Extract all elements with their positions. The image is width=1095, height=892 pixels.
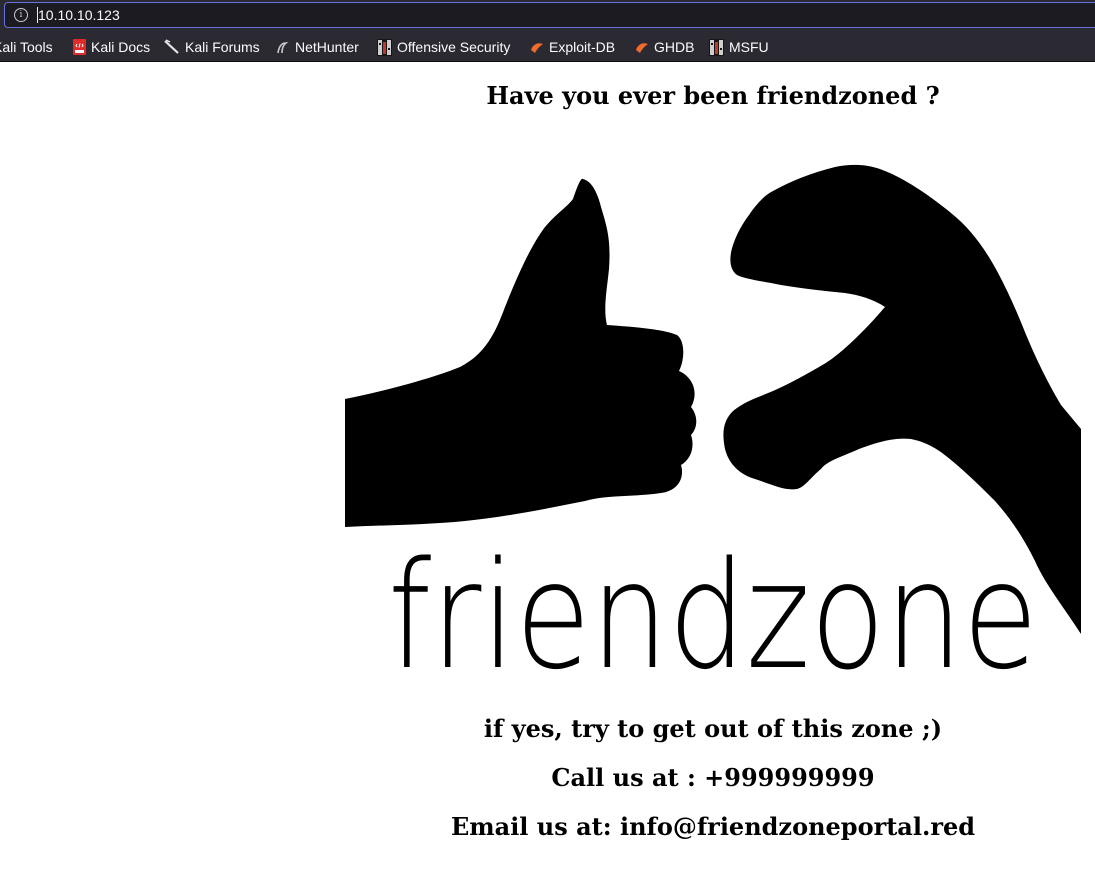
bookmark-ghdb[interactable]: GHDB [635, 37, 694, 57]
bookmark-nethunter[interactable]: NetHunter [276, 37, 359, 57]
hands-silhouette-image: friendzone [345, 129, 1081, 695]
bookmark-label: Kali Forums [185, 39, 260, 55]
nethunter-icon [277, 42, 289, 54]
bookmark-label: Kali Tools [0, 39, 53, 55]
friendzone-image: friendzone [345, 129, 1081, 695]
bookmark-label: Exploit-DB [549, 39, 616, 55]
bookmark-msfu[interactable]: MSFU [709, 37, 769, 57]
offsec-icon [709, 38, 724, 56]
zone-message: if yes, try to get out of this zone ;) [483, 714, 943, 743]
site-info-icon[interactable]: i [14, 8, 28, 22]
kali-docs-icon [73, 39, 86, 55]
friendzone-wordmark: friendzone [388, 530, 1038, 695]
bookmark-offensive-security[interactable]: Offensive Security [377, 37, 510, 57]
kali-forums-icon [164, 39, 179, 54]
bookmark-kali-docs[interactable]: Kali Docs [73, 37, 150, 57]
bookmark-label: Offensive Security [397, 39, 511, 55]
phone-contact: Call us at : +999999999 [551, 763, 875, 792]
exploit-db-icon [531, 43, 543, 53]
address-bar[interactable]: i 10.10.10.123 [4, 2, 1095, 28]
chrome-divider [0, 61, 1095, 62]
bookmark-exploit-db[interactable]: Exploit-DB [530, 37, 615, 57]
email-contact: Email us at: info@friendzoneportal.red [450, 812, 976, 841]
bookmark-kali-tools[interactable]: Kali Tools [0, 37, 53, 57]
bookmark-label: MSFU [729, 39, 769, 55]
browser-chrome: i 10.10.10.123 Kali Tools Kali Docs Kali… [0, 0, 1095, 61]
offsec-icon [377, 38, 392, 56]
bookmarks-toolbar: Kali Tools Kali Docs Kali Forums NetHunt… [0, 33, 1095, 61]
bookmark-label: Kali Docs [91, 39, 151, 55]
url-text[interactable]: 10.10.10.123 [38, 7, 120, 23]
bookmark-kali-forums[interactable]: Kali Forums [164, 37, 260, 57]
ghdb-icon [636, 43, 648, 53]
page-heading: Have you ever been friendzoned ? [486, 81, 940, 110]
bookmark-label: GHDB [654, 39, 695, 55]
bookmark-label: NetHunter [295, 39, 359, 55]
